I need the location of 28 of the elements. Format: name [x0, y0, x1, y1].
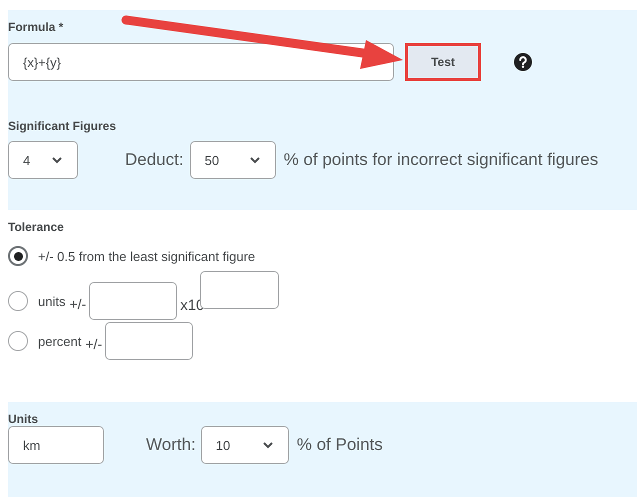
formula-field[interactable]: {x}+{y} — [8, 43, 394, 81]
chevron-down-icon — [248, 156, 261, 164]
plus-minus-label: +/- — [69, 296, 86, 312]
tolerance-field[interactable] — [89, 282, 178, 320]
units-field[interactable]: km — [8, 426, 104, 464]
worth-select[interactable]: 10 — [200, 426, 289, 464]
tolerance-field[interactable] — [105, 322, 194, 360]
significant-figures-select[interactable]: 4 — [8, 141, 78, 179]
worth-label: Worth: — [146, 435, 196, 455]
option-label: units — [38, 294, 66, 308]
significant-figures-label: Significant Figures — [8, 119, 118, 133]
worth-description: % of Points — [296, 435, 383, 455]
chevron-down-icon — [262, 441, 274, 449]
test-button[interactable]: Test — [405, 43, 481, 81]
radio-button[interactable] — [8, 291, 28, 311]
option-label: +/- 0.5 from the least significant figure — [38, 248, 256, 264]
deduct-select[interactable]: 50 — [190, 141, 276, 179]
radio-button[interactable] — [8, 246, 28, 266]
deduct-label: Deduct: — [125, 150, 184, 170]
chevron-down-icon — [51, 156, 63, 164]
help-icon[interactable] — [514, 53, 532, 71]
option-label: percent — [38, 334, 82, 348]
formula-label: Formula * — [8, 20, 64, 34]
radio-button[interactable] — [8, 331, 28, 351]
plus-minus-label: +/- — [85, 336, 102, 352]
tolerance-label: Tolerance — [8, 220, 65, 234]
deduct-description: % of points for incorrect significant figures — [284, 150, 598, 170]
units-label: Units — [8, 412, 39, 426]
